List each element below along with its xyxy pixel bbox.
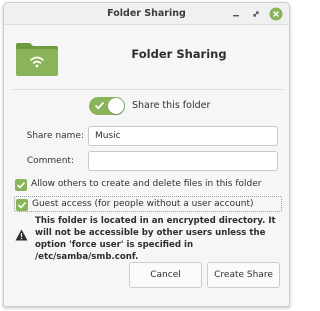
dialog-heading: Folder Sharing bbox=[131, 47, 227, 61]
separator bbox=[12, 89, 283, 90]
encryption-warning: This folder is located in an encrypted d… bbox=[35, 216, 276, 262]
warning-icon bbox=[15, 229, 28, 241]
toggle-knob bbox=[108, 98, 124, 114]
check-icon bbox=[94, 101, 105, 110]
create-share-button[interactable]: Create Share bbox=[207, 262, 280, 288]
folder-share-icon bbox=[14, 41, 60, 77]
folder-sharing-dialog: Folder Sharing Folder Sharing Share this… bbox=[3, 2, 290, 307]
guest-access-label: Guest access (for people without a user … bbox=[32, 199, 254, 209]
comment-label: Comment: bbox=[26, 156, 74, 166]
comment-input[interactable] bbox=[88, 151, 278, 171]
guest-access-option[interactable]: Guest access (for people without a user … bbox=[14, 196, 282, 212]
share-name-input[interactable] bbox=[88, 126, 278, 146]
minimize-icon[interactable] bbox=[228, 6, 244, 22]
share-folder-toggle[interactable] bbox=[89, 97, 125, 115]
share-name-label: Share name: bbox=[26, 131, 84, 141]
allow-create-delete-checkbox[interactable] bbox=[15, 179, 27, 191]
window-title: Folder Sharing bbox=[107, 8, 186, 19]
title-bar[interactable]: Folder Sharing bbox=[4, 3, 289, 25]
guest-access-checkbox[interactable] bbox=[16, 199, 28, 211]
share-folder-label: Share this folder bbox=[132, 100, 211, 111]
allow-create-delete-label: Allow others to create and delete files … bbox=[31, 179, 262, 189]
close-icon[interactable] bbox=[268, 6, 284, 22]
maximize-icon[interactable] bbox=[248, 6, 264, 22]
cancel-button[interactable]: Cancel bbox=[129, 262, 202, 288]
